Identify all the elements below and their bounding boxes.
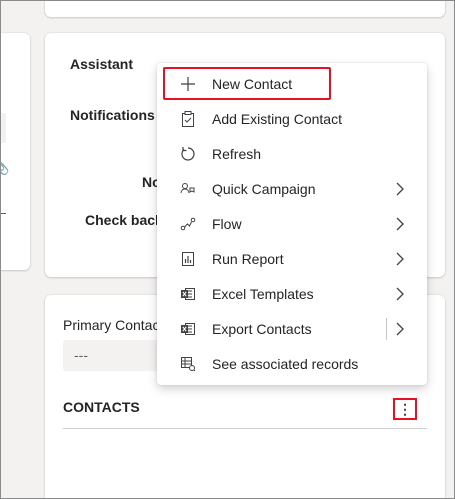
assistant-label: Assistant — [70, 56, 134, 72]
menu-item-excel-templates[interactable]: Excel Templates — [157, 277, 427, 312]
plus-icon — [179, 75, 197, 93]
contacts-section-title: CONTACTS — [63, 399, 140, 415]
left-input-fragment[interactable] — [0, 113, 6, 143]
menu-item-add-existing-contact[interactable]: Add Existing Contact — [157, 102, 427, 137]
menu-item-export-contacts[interactable]: Export Contacts — [157, 312, 427, 347]
check-back-label: Check back — [85, 212, 163, 228]
more-commands-button[interactable]: ⋮ — [393, 398, 417, 420]
menu-item-see-associated-records[interactable]: See associated records — [157, 347, 427, 382]
campaign-icon — [179, 180, 197, 198]
menu-item-label: Excel Templates — [212, 286, 314, 302]
menu-item-label: New Contact — [212, 76, 293, 92]
left-underline — [0, 213, 6, 214]
menu-item-label: See associated records — [212, 356, 359, 372]
chevron-right-icon[interactable] — [395, 322, 405, 336]
top-card — [45, 0, 445, 17]
chevron-right-icon — [396, 287, 404, 301]
menu-item-new-contact[interactable]: New Contact — [157, 67, 427, 102]
menu-item-refresh[interactable]: Refresh — [157, 137, 427, 172]
chevron-right-icon — [396, 252, 404, 266]
chevron-right-icon — [396, 217, 404, 231]
menu-item-label: Quick Campaign — [212, 181, 316, 197]
menu-item-label: Run Report — [212, 251, 284, 267]
primary-contact-field[interactable]: --- — [63, 340, 163, 371]
associated-records-icon — [179, 355, 197, 373]
contacts-divider — [63, 428, 427, 429]
excel-icon — [179, 285, 197, 303]
menu-item-quick-campaign[interactable]: Quick Campaign — [157, 172, 427, 207]
left-card: 📎 — [0, 33, 30, 270]
chevron-right-icon — [396, 182, 404, 196]
clipboard-icon — [179, 110, 197, 128]
split-divider — [386, 318, 387, 340]
report-icon — [179, 250, 197, 268]
menu-item-label: Add Existing Contact — [212, 111, 342, 127]
flow-icon — [179, 215, 197, 233]
attachment-icon[interactable]: 📎 — [0, 159, 9, 176]
excel-export-icon — [179, 320, 197, 338]
menu-item-label: Export Contacts — [212, 321, 312, 337]
refresh-icon — [179, 145, 197, 163]
notifications-label: Notifications — [70, 107, 155, 123]
contacts-command-menu: New Contact Add Existing Contact Refresh… — [157, 63, 427, 385]
menu-item-label: Refresh — [212, 146, 262, 162]
primary-contact-label: Primary Contac — [63, 317, 160, 333]
menu-item-flow[interactable]: Flow — [157, 207, 427, 242]
menu-item-label: Flow — [212, 216, 242, 232]
menu-item-run-report[interactable]: Run Report — [157, 242, 427, 277]
